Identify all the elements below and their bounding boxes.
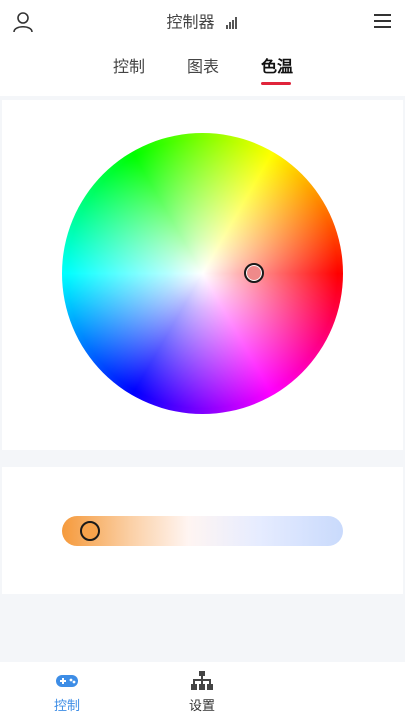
bottom-nav: 控制 设置: [0, 662, 405, 720]
nav-label-control: 控制: [53, 699, 80, 714]
page-title: 控制器: [166, 12, 215, 32]
title-bar: 控制器: [0, 9, 405, 36]
color-wheel-saturation-overlay: [62, 133, 343, 414]
tab-color-temperature[interactable]: 色温: [261, 53, 293, 77]
tab-bar: 控制 图表 色温: [0, 50, 405, 90]
signal-icon: [225, 16, 239, 29]
tab-chart[interactable]: 图表: [187, 53, 219, 77]
nav-label-settings: 设置: [188, 699, 215, 714]
menu-icon[interactable]: [374, 14, 391, 29]
network-icon: [191, 671, 213, 690]
tab-control[interactable]: 控制: [113, 53, 145, 77]
temperature-slider[interactable]: [62, 516, 343, 546]
active-tab-indicator: [261, 82, 291, 85]
gamepad-icon: [56, 675, 78, 687]
header: 控制器 控制 图表 色温: [0, 0, 405, 96]
color-picker-handle[interactable]: [244, 263, 264, 283]
